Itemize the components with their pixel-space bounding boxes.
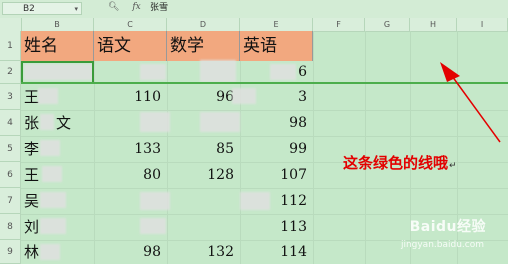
column-header-h[interactable]: H [410, 18, 457, 31]
table-cell[interactable]: 114 [240, 240, 313, 264]
baidu-watermark: Baidu经验 [409, 219, 486, 235]
column-header-c[interactable]: C [94, 18, 167, 31]
green-row-border [21, 82, 508, 84]
table-cell[interactable]: 113 [240, 214, 313, 240]
annotation-text: 这条绿色的线哦↵ [343, 152, 457, 173]
return-mark: ↵ [449, 161, 457, 171]
table-cell[interactable]: 128 [167, 162, 240, 188]
blurred-patch [40, 114, 54, 130]
table-cell[interactable]: 99 [240, 136, 313, 162]
header-cell-name[interactable]: 姓名 [21, 31, 94, 61]
table-cell: 文 [56, 114, 72, 132]
selected-cell[interactable] [21, 61, 94, 84]
blurred-patch [38, 88, 58, 104]
row-header-7[interactable]: 7 [0, 188, 21, 214]
column-header-e[interactable]: E [240, 18, 313, 31]
column-header-d[interactable]: D [167, 18, 240, 31]
column-header-f[interactable]: F [313, 18, 365, 31]
blurred-patch [232, 88, 256, 104]
blurred-patch [40, 140, 60, 156]
blurred-patch [200, 112, 240, 132]
table-cell[interactable]: 80 [94, 162, 167, 188]
table-cell[interactable]: 98 [240, 110, 313, 136]
header-cell-chinese[interactable]: 语文 [94, 31, 167, 61]
table-cell[interactable]: 133 [94, 136, 167, 162]
table-cell[interactable]: 98 [94, 240, 167, 264]
grid-line [313, 31, 314, 264]
formula-input[interactable]: 张雪 [150, 2, 508, 15]
blurred-patch [240, 192, 270, 210]
table-cell[interactable]: 85 [167, 136, 240, 162]
row-header-2[interactable]: 2 [0, 61, 21, 84]
row-header-3[interactable]: 3 [0, 84, 21, 110]
watermark-url: jingyan.baidu.com [400, 240, 484, 250]
annotation-label: 这条绿色的线哦 [343, 154, 449, 172]
name-box[interactable]: B2 ▾ [2, 2, 82, 15]
cell-reference: B2 [23, 4, 35, 14]
column-header-i[interactable]: I [457, 18, 508, 31]
column-header-g[interactable]: G [365, 18, 410, 31]
column-header-b[interactable]: B [21, 18, 94, 31]
blurred-patch [40, 244, 60, 260]
chevron-down-icon[interactable]: ▾ [74, 3, 78, 16]
grid-line [365, 31, 366, 264]
table-cell[interactable]: 110 [94, 84, 167, 110]
blurred-patch [140, 218, 166, 234]
header-cell-math[interactable]: 数学 [167, 31, 240, 61]
row-header-9[interactable]: 9 [0, 240, 21, 264]
blurred-patch [140, 64, 166, 80]
blurred-patch [40, 192, 66, 208]
column-headers: B C D E F G H I [0, 18, 508, 32]
fx-icon[interactable]: fx [132, 2, 140, 12]
select-all-corner[interactable] [0, 18, 22, 31]
formula-icons: 🔍︎ fx [108, 2, 151, 12]
row-header-6[interactable]: 6 [0, 162, 21, 188]
blurred-patch [200, 60, 236, 82]
blurred-patch [140, 112, 170, 132]
row-header-5[interactable]: 5 [0, 136, 21, 162]
table-cell[interactable]: 107 [240, 162, 313, 188]
row-header-4[interactable]: 4 [0, 110, 21, 136]
table-cell[interactable]: 132 [167, 240, 240, 264]
formula-bar: B2 ▾ 🔍︎ fx 张雪 [0, 0, 508, 19]
table-cell[interactable]: 96 [167, 84, 240, 110]
blurred-patch [40, 218, 66, 234]
header-cell-english[interactable]: 英语 [240, 31, 313, 61]
blurred-patch [42, 166, 62, 182]
row-header-1[interactable]: 1 [0, 31, 21, 61]
row-header-8[interactable]: 8 [0, 214, 21, 240]
magnifier-icon[interactable]: 🔍︎ [108, 2, 119, 12]
blurred-patch [140, 192, 170, 210]
blurred-patch [270, 64, 296, 80]
